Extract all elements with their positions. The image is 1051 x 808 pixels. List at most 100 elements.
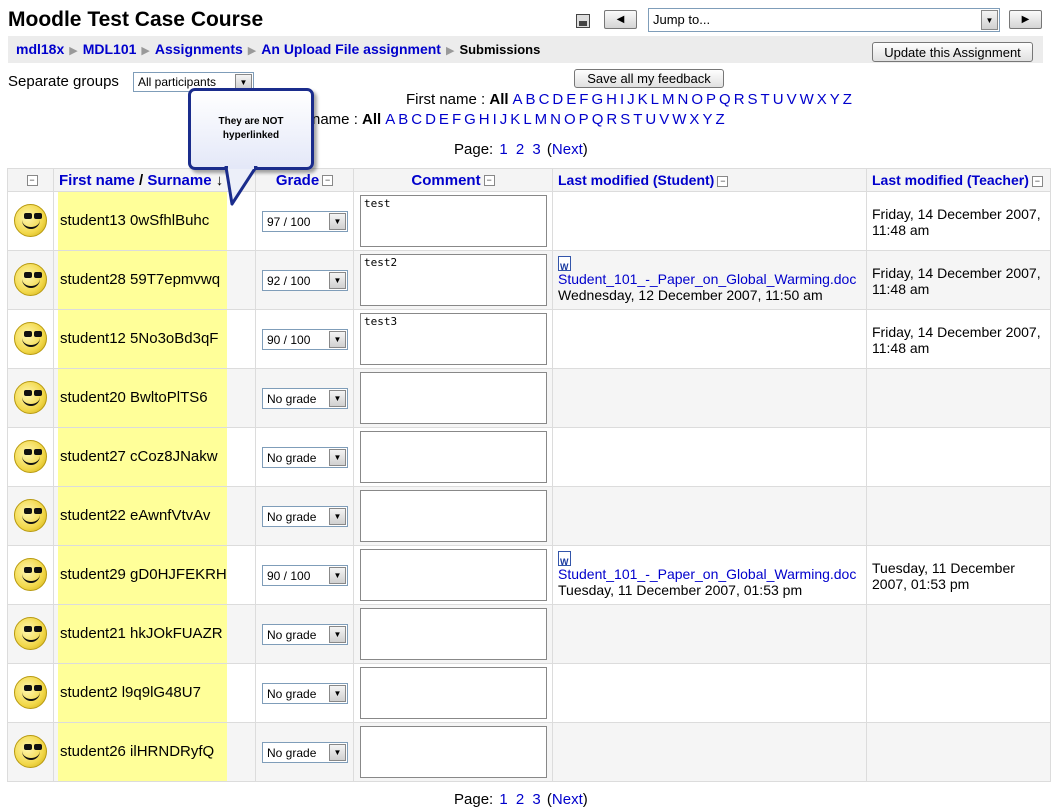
filter-letter-k[interactable]: K: [638, 91, 648, 108]
page-link-1[interactable]: 1: [499, 791, 507, 808]
filter-letter-j[interactable]: J: [500, 111, 508, 128]
avatar[interactable]: [14, 558, 47, 591]
filter-letter-z[interactable]: Z: [715, 111, 724, 128]
grade-select[interactable]: No grade ▼: [262, 506, 348, 527]
filter-letter-s[interactable]: S: [748, 91, 758, 108]
filter-letter-j[interactable]: J: [627, 91, 635, 108]
chevron-down-icon[interactable]: ▼: [329, 272, 346, 289]
filter-letter-l[interactable]: L: [523, 111, 531, 128]
comment-textarea[interactable]: [360, 726, 547, 778]
sort-comment-link[interactable]: Comment: [411, 172, 480, 189]
avatar[interactable]: [14, 204, 47, 237]
filter-letter-l[interactable]: L: [651, 91, 659, 108]
filter-letter-f[interactable]: F: [452, 111, 461, 128]
filter-letter-a[interactable]: A: [385, 111, 395, 128]
sort-surname-link[interactable]: Surname: [147, 172, 211, 189]
filter-letter-d[interactable]: D: [425, 111, 436, 128]
next-page-link[interactable]: Next: [552, 791, 583, 808]
report-icon[interactable]: [576, 14, 590, 28]
collapse-icon[interactable]: −: [26, 175, 38, 187]
chevron-down-icon[interactable]: ▼: [329, 567, 346, 584]
filter-letter-h[interactable]: H: [479, 111, 490, 128]
sort-first-name-link[interactable]: First name: [59, 172, 135, 189]
page-link-3[interactable]: 3: [532, 141, 540, 158]
filter-letter-t[interactable]: T: [761, 91, 770, 108]
submission-file-link[interactable]: Student_101_-_Paper_on_Global_Warming.do…: [558, 566, 856, 582]
chevron-down-icon[interactable]: ▼: [329, 390, 346, 407]
chevron-down-icon[interactable]: ▼: [329, 449, 346, 466]
filter-letter-i[interactable]: I: [493, 111, 497, 128]
filter-letter-t[interactable]: T: [633, 111, 642, 128]
submission-file-link[interactable]: Student_101_-_Paper_on_Global_Warming.do…: [558, 271, 856, 287]
filter-letter-r[interactable]: R: [606, 111, 617, 128]
filter-letter-r[interactable]: R: [734, 91, 745, 108]
filter-letter-w[interactable]: W: [672, 111, 686, 128]
filter-letter-m[interactable]: M: [535, 111, 548, 128]
filter-letter-b[interactable]: B: [526, 91, 536, 108]
filter-letter-v[interactable]: V: [787, 91, 797, 108]
avatar[interactable]: [14, 617, 47, 650]
filter-letter-g[interactable]: G: [591, 91, 603, 108]
chevron-down-icon[interactable]: ▼: [329, 626, 346, 643]
filter-letter-q[interactable]: Q: [719, 91, 731, 108]
save-feedback-button[interactable]: Save all my feedback: [574, 69, 724, 88]
grade-select[interactable]: No grade ▼: [262, 624, 348, 645]
filter-letter-m[interactable]: M: [662, 91, 675, 108]
comment-textarea[interactable]: [360, 549, 547, 601]
jump-to-select[interactable]: Jump to... ▼: [648, 8, 1000, 32]
breadcrumb-link[interactable]: mdl18x: [16, 41, 64, 57]
next-activity-button[interactable]: ▶: [1009, 10, 1042, 29]
page-link-3[interactable]: 3: [532, 791, 540, 808]
next-page-link[interactable]: Next: [552, 141, 583, 158]
filter-letter-f[interactable]: F: [579, 91, 588, 108]
collapse-icon[interactable]: −: [717, 175, 729, 187]
chevron-down-icon[interactable]: ▼: [329, 744, 346, 761]
grade-select[interactable]: 90 / 100 ▼: [262, 329, 348, 350]
filter-letter-u[interactable]: U: [773, 91, 784, 108]
sort-teacher-modified-link[interactable]: Last modified (Teacher): [872, 172, 1029, 188]
filter-letter-q[interactable]: Q: [592, 111, 604, 128]
avatar[interactable]: [14, 263, 47, 296]
filter-letter-d[interactable]: D: [552, 91, 563, 108]
avatar[interactable]: [14, 735, 47, 768]
filter-letter-e[interactable]: E: [439, 111, 449, 128]
filter-letter-y[interactable]: Y: [702, 111, 712, 128]
comment-textarea[interactable]: test: [360, 195, 547, 247]
filter-letter-u[interactable]: U: [645, 111, 656, 128]
chevron-down-icon[interactable]: ▼: [329, 685, 346, 702]
filter-letter-p[interactable]: P: [579, 111, 589, 128]
filter-letter-n[interactable]: N: [677, 91, 688, 108]
filter-letter-g[interactable]: G: [464, 111, 476, 128]
prev-activity-button[interactable]: ◀: [604, 10, 637, 29]
avatar[interactable]: [14, 381, 47, 414]
filter-letter-y[interactable]: Y: [830, 91, 840, 108]
collapse-icon[interactable]: −: [1031, 175, 1043, 187]
filter-letter-x[interactable]: X: [689, 111, 699, 128]
filter-letter-n[interactable]: N: [550, 111, 561, 128]
filter-letter-o[interactable]: O: [564, 111, 576, 128]
filter-letter-s[interactable]: S: [620, 111, 630, 128]
collapse-icon[interactable]: −: [483, 175, 495, 187]
filter-letter-v[interactable]: V: [659, 111, 669, 128]
filter-letter-e[interactable]: E: [566, 91, 576, 108]
grade-select[interactable]: 92 / 100 ▼: [262, 270, 348, 291]
page-link-2[interactable]: 2: [516, 791, 524, 808]
comment-textarea[interactable]: test2: [360, 254, 547, 306]
sort-student-modified-link[interactable]: Last modified (Student): [558, 172, 714, 188]
filter-letter-o[interactable]: O: [691, 91, 703, 108]
chevron-down-icon[interactable]: ▼: [329, 331, 346, 348]
filter-letter-c[interactable]: C: [411, 111, 422, 128]
breadcrumb-link[interactable]: MDL101: [83, 41, 137, 57]
filter-letter-c[interactable]: C: [539, 91, 550, 108]
comment-textarea[interactable]: [360, 431, 547, 483]
filter-letter-k[interactable]: K: [510, 111, 520, 128]
filter-letter-i[interactable]: I: [620, 91, 624, 108]
update-assignment-button[interactable]: Update this Assignment: [872, 42, 1033, 62]
breadcrumb-link[interactable]: Assignments: [155, 41, 243, 57]
breadcrumb-link[interactable]: An Upload File assignment: [261, 41, 441, 57]
page-link-1[interactable]: 1: [499, 141, 507, 158]
avatar[interactable]: [14, 322, 47, 355]
avatar[interactable]: [14, 499, 47, 532]
chevron-down-icon[interactable]: ▼: [329, 508, 346, 525]
filter-letter-h[interactable]: H: [606, 91, 617, 108]
